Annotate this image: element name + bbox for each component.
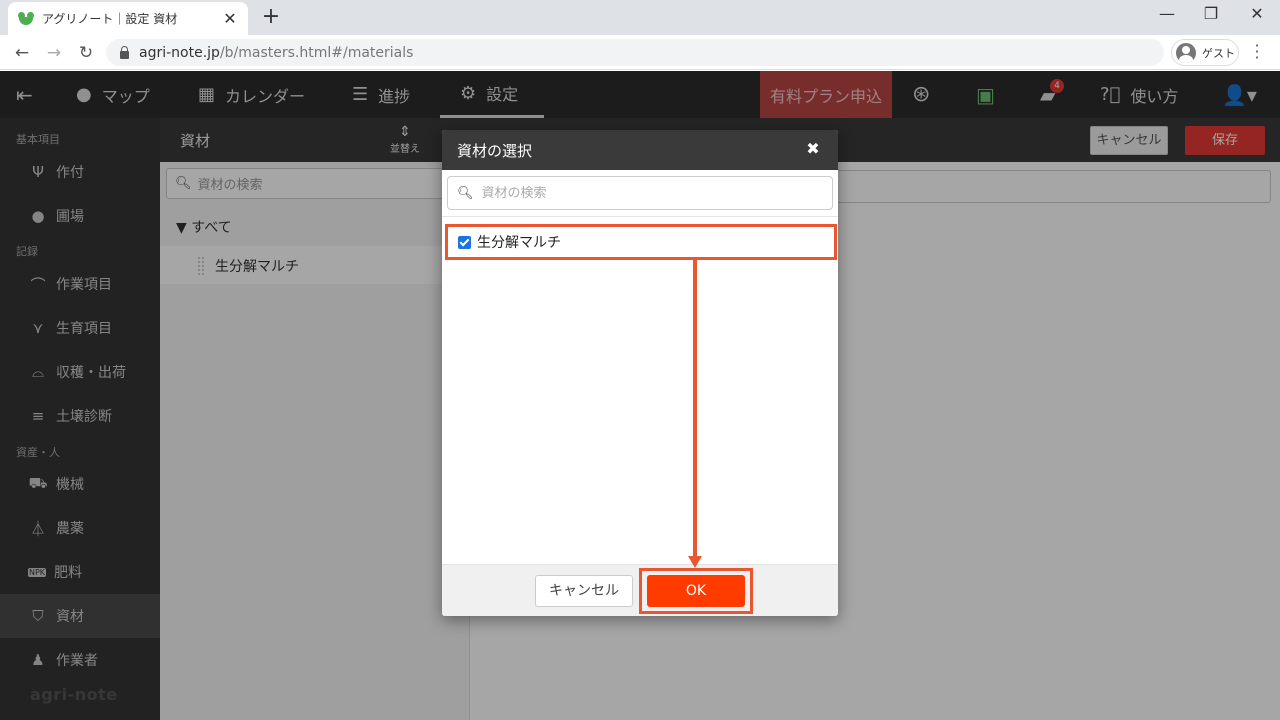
forward-icon[interactable]: → [42, 41, 66, 65]
window-close-icon[interactable]: ✕ [1234, 4, 1280, 23]
url-text: agri-note.jp/b/masters.html#/materials [139, 44, 414, 61]
frog-favicon-icon [18, 11, 34, 26]
dialog-search-input[interactable] [481, 185, 812, 201]
back-icon[interactable]: ← [10, 41, 34, 65]
browser-tabbar: アグリノート｜設定 資材 ✕ + — ❐ ✕ [0, 0, 1280, 35]
search-icon: 🔍︎ [457, 185, 474, 201]
checkbox-checked[interactable] [458, 235, 471, 249]
guest-profile-button[interactable]: ゲスト [1171, 39, 1239, 66]
new-tab-icon[interactable]: + [258, 4, 284, 29]
divider [442, 216, 838, 217]
close-icon[interactable]: ✖ [804, 139, 822, 159]
browser-menu-icon[interactable]: · · · [1252, 38, 1262, 66]
tab-close-icon[interactable]: ✕ [222, 9, 238, 28]
browser-tab[interactable]: アグリノート｜設定 資材 ✕ [8, 2, 248, 35]
minimize-icon[interactable]: — [1144, 4, 1190, 23]
dialog-title: 資材の選択 [457, 142, 533, 160]
material-select-dialog: 資材の選択 ✖ 🔍︎ 生分解マルチ キャンセル OK [442, 130, 838, 616]
dialog-footer: キャンセル OK [442, 564, 838, 616]
annotation-arrow-head-icon [688, 556, 702, 568]
dialog-cancel-button[interactable]: キャンセル [535, 575, 633, 607]
material-option-item[interactable]: 生分解マルチ [445, 224, 837, 260]
tab-title: アグリノート｜設定 資材 [42, 12, 178, 26]
annotation-arrow-line [693, 260, 697, 560]
restore-icon[interactable]: ❐ [1188, 4, 1234, 23]
reload-icon[interactable]: ↻ [74, 41, 98, 65]
lock-icon [120, 45, 129, 59]
material-option-label: 生分解マルチ [477, 235, 561, 251]
guest-label: ゲスト [1202, 46, 1235, 60]
address-bar[interactable]: agri-note.jp/b/masters.html#/materials [106, 39, 1164, 66]
dialog-ok-button[interactable]: OK [647, 575, 745, 607]
dialog-header: 資材の選択 ✖ [442, 130, 838, 170]
dialog-search-field[interactable]: 🔍︎ [447, 176, 833, 210]
avatar-icon [1176, 42, 1196, 63]
browser-toolbar: ← → ↻ agri-note.jp/b/masters.html#/mater… [0, 35, 1280, 70]
